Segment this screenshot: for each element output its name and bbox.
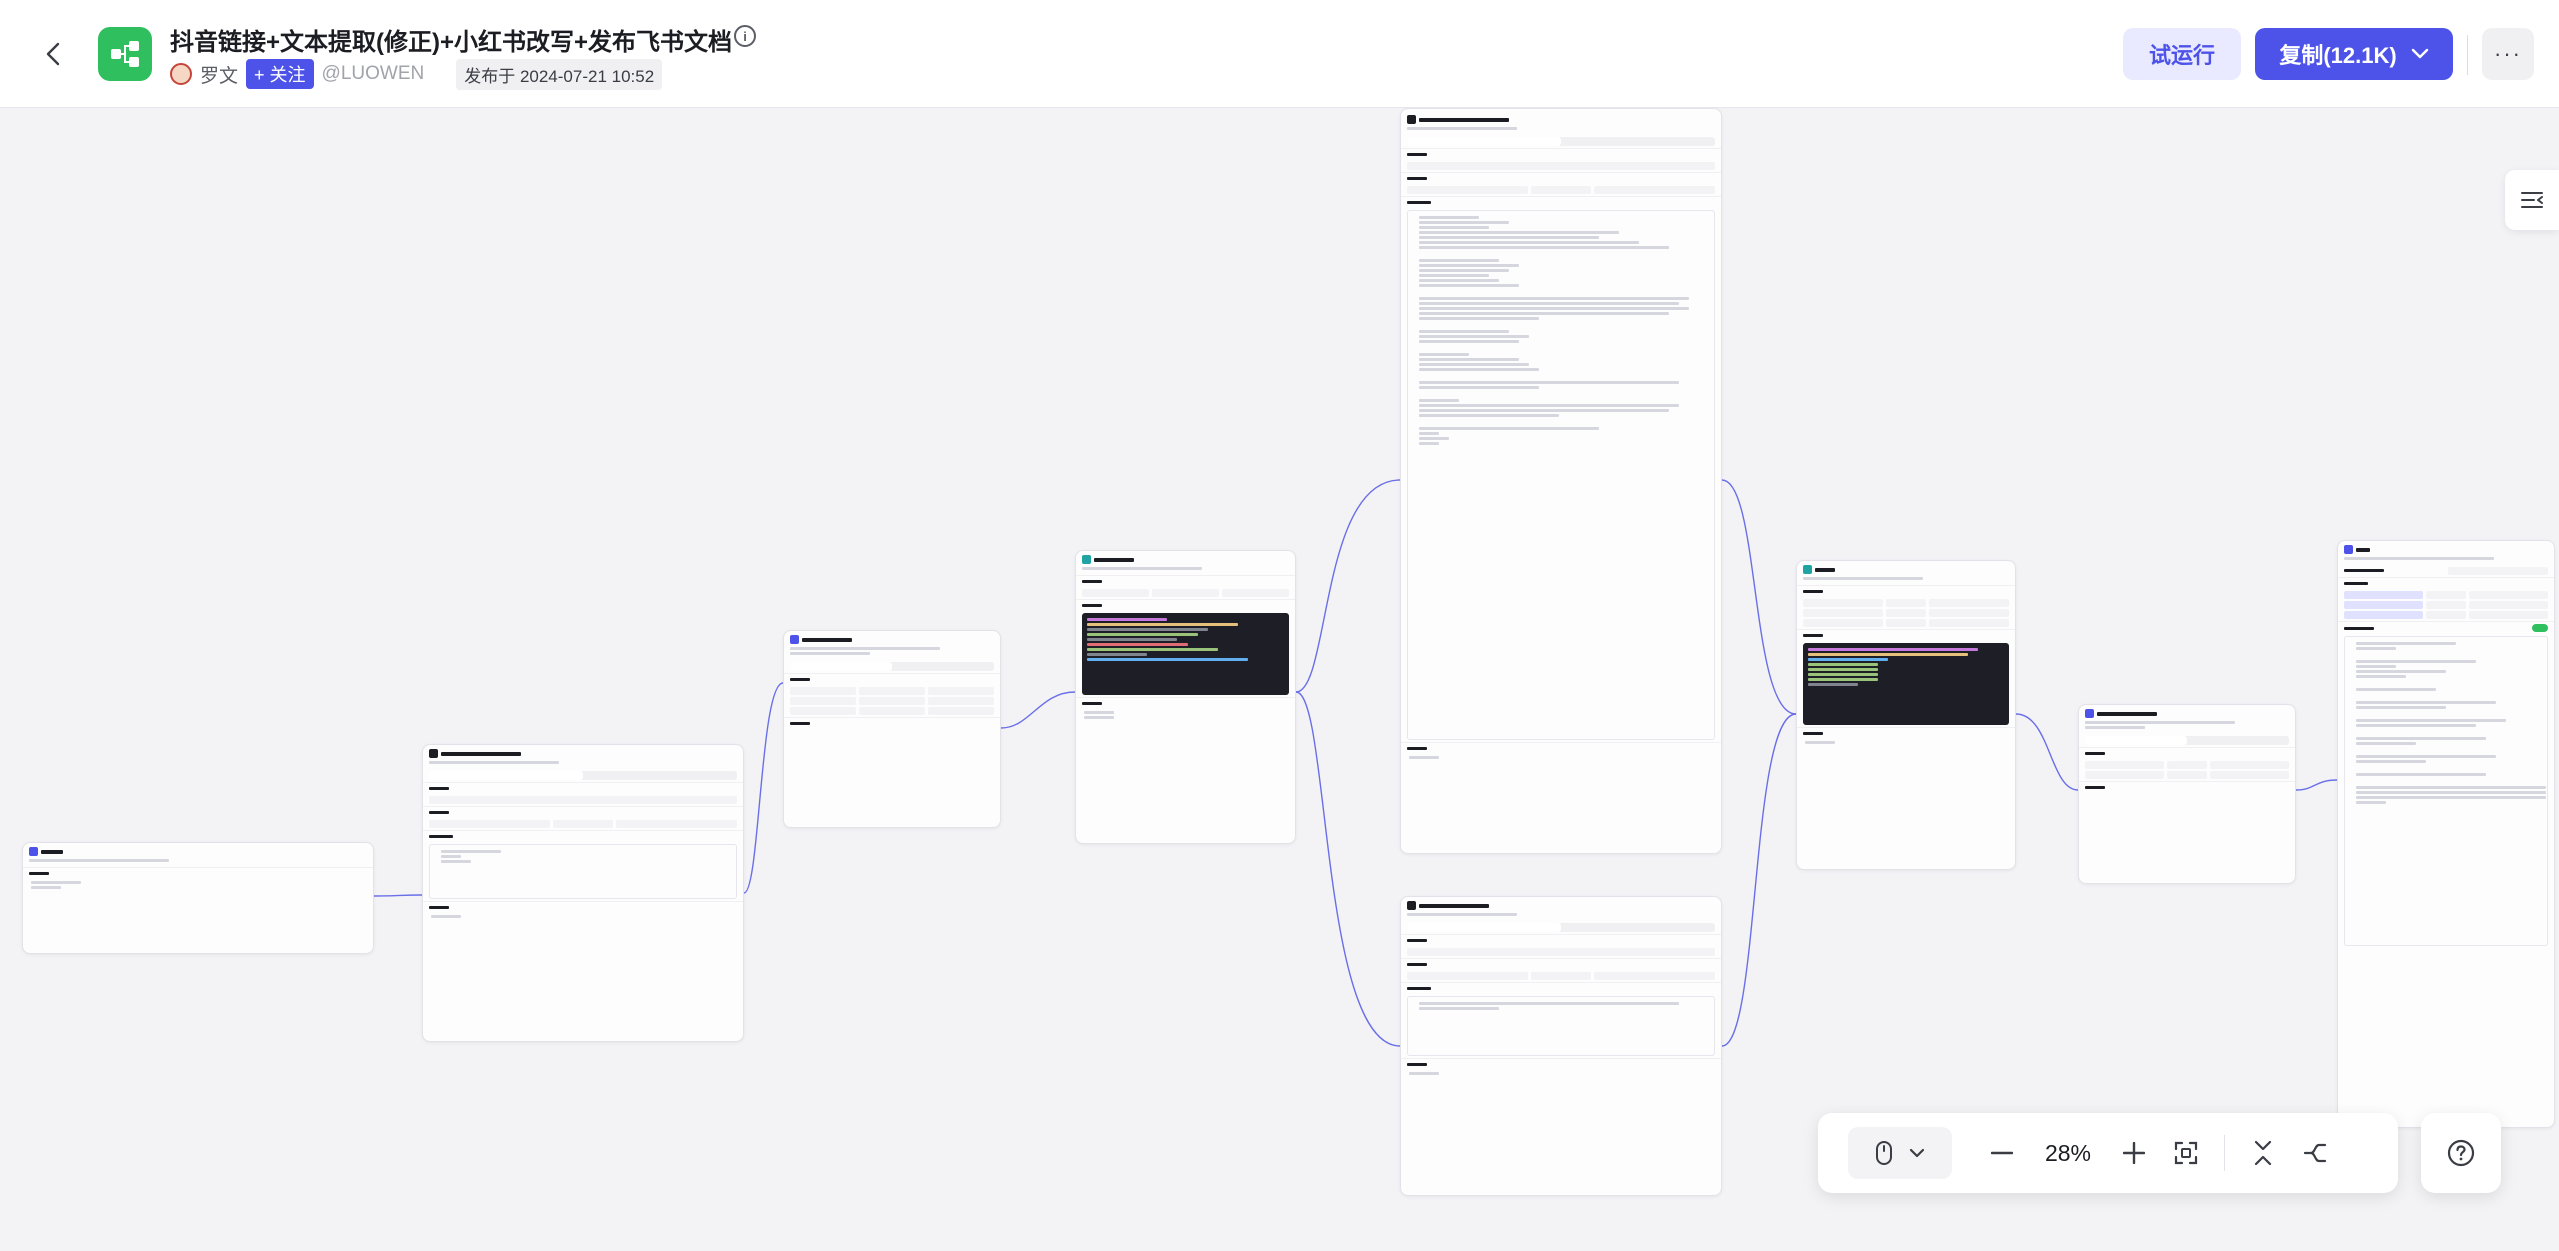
auto-layout-button[interactable] [2289,1127,2341,1179]
edge [1000,691,1076,729]
edge [743,682,784,894]
auto-layout-icon [2303,1143,2327,1163]
plugin-node-icon [790,635,799,644]
workflow-node-feishu-doc[interactable] [2078,704,2296,884]
copy-button[interactable]: 复制(12.1K) [2255,28,2453,80]
code-node-icon [1803,565,1812,574]
toolbar-divider [2224,1135,2225,1171]
author-name[interactable]: 罗文 [200,61,238,88]
try-run-button[interactable]: 试运行 [2123,28,2241,80]
app-header: 抖音链接+文本提取(修正)+小红书改写+发布飞书文档 i 罗文 + 关注 @LU… [0,0,2559,108]
help-icon [2447,1139,2475,1167]
workflow-node-code-extract[interactable] [1075,550,1296,844]
edge [2295,779,2338,791]
llm-node-icon [1407,901,1416,910]
chevron-down-icon [2411,48,2428,59]
workflow-logo-icon [98,27,152,81]
plugin-node-icon [2085,709,2094,718]
more-button[interactable]: ··· [2482,28,2534,80]
plus-icon [2123,1142,2145,1164]
plugin-node-icon [429,749,438,758]
chevron-down-icon [1909,1148,1925,1158]
edge [1721,713,1797,1047]
edge [1721,479,1797,715]
code-node-icon [1082,555,1091,564]
workflow-node-start[interactable] [22,842,374,954]
workflow-node-code-merge[interactable] [1796,560,2016,870]
workflow-node-end[interactable] [2337,540,2555,1128]
workflow-node-link-reader[interactable] [783,630,1001,828]
end-node-icon [2344,545,2353,554]
mouse-icon [1876,1141,1892,1165]
collapse-icon [2254,1140,2272,1166]
follow-button[interactable]: + 关注 [246,59,314,89]
publish-date: 发布于 2024-07-21 10:52 [456,58,663,90]
edge [373,894,423,897]
fit-view-button[interactable] [2160,1127,2212,1179]
start-node-icon [29,847,38,856]
minus-icon [1991,1151,2013,1155]
copy-button-label: 复制(12.1K) [2279,43,2397,68]
workflow-node-llm-rewrite[interactable] [1400,108,1722,854]
header-divider [2467,35,2468,75]
fit-view-icon [2174,1141,2198,1165]
canvas-toolbar: 28% [1818,1113,2398,1193]
back-button[interactable] [40,40,68,68]
info-icon[interactable]: i [734,25,756,47]
workflow-node-link-parse[interactable] [422,744,744,1042]
side-panel-toggle[interactable] [2505,170,2559,230]
workflow-node-llm-title[interactable] [1400,896,1722,1196]
workflow-canvas[interactable] [0,108,2559,1251]
interaction-mode-select[interactable] [1848,1127,1952,1179]
author-avatar[interactable] [170,63,192,85]
help-button[interactable] [2421,1113,2501,1193]
edge [2015,713,2079,791]
zoom-out-button[interactable] [1976,1127,2028,1179]
author-handle: @LUOWEN [321,63,425,84]
list-collapse-icon [2521,192,2543,208]
edge [1295,691,1401,1047]
author-row: 罗文 + 关注 @LUOWEN 发布于 2024-07-21 10:52 [170,58,663,90]
edge [1295,479,1401,693]
collapse-nodes-button[interactable] [2237,1127,2289,1179]
chevron-left-icon [46,42,60,66]
zoom-in-button[interactable] [2108,1127,2160,1179]
llm-node-icon [1407,115,1416,124]
zoom-level[interactable]: 28% [2028,1140,2108,1167]
workflow-title: 抖音链接+文本提取(修正)+小红书改写+发布飞书文档 [170,29,733,56]
